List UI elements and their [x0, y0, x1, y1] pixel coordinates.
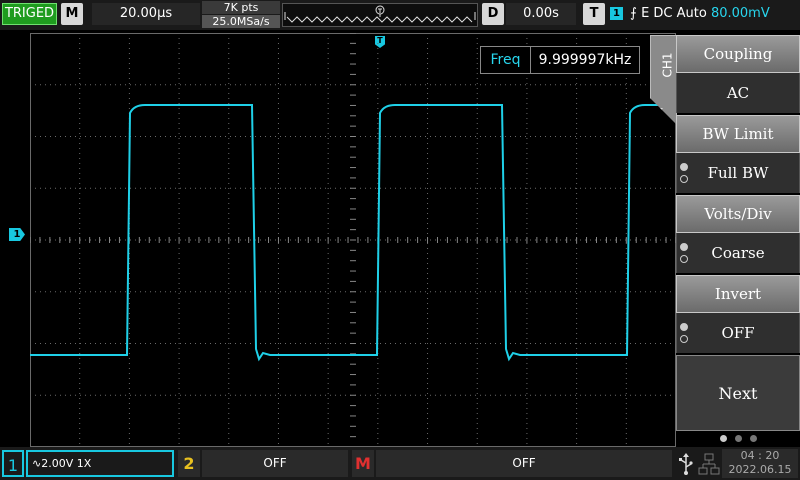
radio-selected-icon	[680, 163, 688, 171]
radio-selected-icon	[680, 323, 688, 331]
bw-limit-value[interactable]: Full BW	[676, 153, 800, 193]
invert-title[interactable]: Invert	[676, 275, 800, 313]
trigger-level: 80.00mV	[710, 6, 770, 21]
frequency-measurement: Freq 9.999997kHz	[480, 46, 640, 74]
ch1-waveform	[30, 104, 676, 362]
math-settings[interactable]: OFF	[376, 450, 672, 477]
zigzag-overview-icon	[284, 5, 476, 23]
waveform-display: Freq 9.999997kHz	[30, 33, 676, 447]
ch1-settings-text: 2.00V 1X	[41, 457, 92, 470]
memory-depth: 7K pts	[202, 1, 280, 14]
menu-page-indicator	[720, 435, 757, 442]
trigger-menu-button[interactable]: T	[583, 3, 605, 25]
ch1-trace	[30, 104, 676, 362]
menu-item-bw-limit[interactable]: BW Limit Full BW	[676, 115, 800, 193]
sample-rate: 25.0MSa/s	[202, 15, 280, 28]
page-dot	[750, 435, 757, 442]
page-dot-active	[720, 435, 727, 442]
volts-div-title[interactable]: Volts/Div	[676, 195, 800, 233]
waveform-position-bar[interactable]	[282, 3, 478, 27]
memory-info: 7K pts 25.0MSa/s	[202, 1, 280, 28]
horizontal-menu-button[interactable]: M	[61, 3, 83, 25]
volts-div-value-label: Coarse	[711, 244, 765, 262]
coupling-title[interactable]: Coupling	[676, 35, 800, 73]
ch2-button[interactable]: 2	[178, 450, 200, 477]
ch1-button[interactable]: 1	[2, 450, 24, 477]
delay-value[interactable]: 0.00s	[506, 3, 576, 25]
invert-value-label: OFF	[721, 324, 755, 342]
menu-item-volts-div[interactable]: Volts/Div Coarse	[676, 195, 800, 273]
volts-div-value[interactable]: Coarse	[676, 233, 800, 273]
next-page-button[interactable]: Next	[676, 355, 800, 431]
bw-limit-value-label: Full BW	[707, 164, 769, 182]
radio-unselected-icon	[680, 175, 688, 183]
usb-icon	[679, 453, 693, 475]
clock-date: 2022.06.15	[728, 463, 792, 476]
radio-selected-icon	[680, 243, 688, 251]
coupling-value[interactable]: AC	[676, 73, 800, 113]
bottom-channel-bar: 1 ∿2.00V 1X 2 OFF M OFF 04 : 20 2022.06.…	[0, 447, 800, 480]
delay-menu-button[interactable]: D	[482, 3, 504, 25]
rising-edge-icon: ⨍	[630, 6, 637, 21]
menu-item-coupling[interactable]: Coupling AC	[676, 35, 800, 113]
ch1-offset-marker[interactable]: 1	[9, 228, 25, 241]
ch2-settings[interactable]: OFF	[202, 450, 348, 477]
trigger-settings[interactable]: 1 ⨍ E DC Auto 80.00mV	[610, 3, 770, 25]
page-dot	[735, 435, 742, 442]
ac-coupling-icon: ∿	[32, 457, 42, 470]
menu-item-invert[interactable]: Invert OFF	[676, 275, 800, 353]
trigger-status-badge: TRIGED	[2, 3, 57, 25]
radio-unselected-icon	[680, 335, 688, 343]
trigger-position-icon	[375, 5, 385, 17]
trigger-channel-tag: 1	[610, 7, 623, 20]
trigger-mode: E DC Auto	[641, 6, 707, 21]
invert-value[interactable]: OFF	[676, 313, 800, 353]
math-button[interactable]: M	[352, 450, 374, 477]
ch1-settings[interactable]: ∿2.00V 1X	[26, 450, 174, 477]
channel-menu: CH1 Coupling AC BW Limit Full BW Volts/D…	[650, 33, 800, 447]
timebase-value[interactable]: 20.00μs	[92, 3, 200, 25]
clock: 04 : 20 2022.06.15	[722, 449, 798, 478]
bw-limit-title[interactable]: BW Limit	[676, 115, 800, 153]
freq-label: Freq	[481, 47, 531, 73]
freq-value: 9.999997kHz	[538, 52, 632, 68]
clock-time: 04 : 20	[740, 449, 780, 462]
radio-unselected-icon	[680, 255, 688, 263]
channel-menu-tab-label: CH1	[660, 52, 675, 78]
top-status-bar: TRIGED M 20.00μs 7K pts 25.0MSa/s D 0.00…	[0, 0, 800, 30]
network-icon	[698, 453, 720, 475]
